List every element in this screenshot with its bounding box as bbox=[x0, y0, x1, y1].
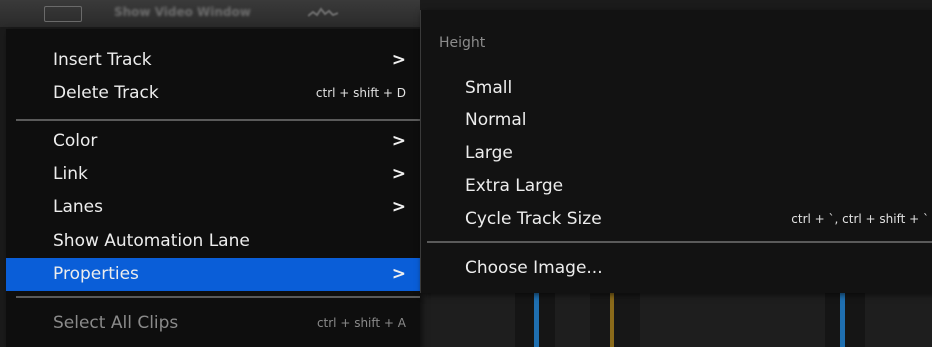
menu-item-label: Color bbox=[53, 131, 98, 151]
menu-item-delete-track[interactable]: Delete Track ctrl + shift + D bbox=[6, 77, 420, 110]
menu-item-lanes[interactable]: Lanes > bbox=[6, 191, 420, 224]
timeline-clip[interactable] bbox=[590, 293, 640, 347]
menu-item-properties[interactable]: Properties > bbox=[6, 258, 420, 291]
properties-submenu: Height Small Normal Large Extra Large Cy… bbox=[420, 10, 932, 293]
chevron-right-icon: > bbox=[391, 264, 406, 284]
submenu-item-extra-large[interactable]: Extra Large bbox=[421, 170, 932, 202]
menu-divider bbox=[16, 119, 420, 121]
timeline-track-area[interactable] bbox=[420, 293, 932, 347]
menu-item-label: Show Automation Lane bbox=[53, 231, 250, 251]
menu-item-label: Delete Track bbox=[53, 83, 159, 103]
video-toolbar: Show Video Window bbox=[0, 0, 420, 27]
shortcut-text: ctrl + shift + A bbox=[316, 316, 406, 330]
submenu-item-label: Normal bbox=[465, 110, 527, 130]
chevron-right-icon: > bbox=[391, 131, 406, 151]
submenu-item-label: Cycle Track Size bbox=[465, 209, 602, 229]
menu-item-label: Insert Track bbox=[53, 50, 152, 70]
menu-item-select-all-clips[interactable]: Select All Clips ctrl + shift + A bbox=[6, 307, 420, 340]
submenu-item-label: Extra Large bbox=[465, 176, 564, 196]
track-context-menu: Insert Track > Delete Track ctrl + shift… bbox=[6, 29, 420, 347]
submenu-item-choose-image[interactable]: Choose Image... bbox=[421, 252, 932, 284]
clip-marker bbox=[610, 293, 614, 347]
submenu-item-label: Large bbox=[465, 143, 513, 163]
chevron-right-icon: > bbox=[391, 197, 406, 217]
menu-item-show-automation-lane[interactable]: Show Automation Lane bbox=[6, 225, 420, 258]
submenu-item-normal[interactable]: Normal bbox=[421, 104, 932, 136]
submenu-divider bbox=[427, 241, 932, 243]
menu-item-label: Link bbox=[53, 164, 88, 184]
shortcut-text: ctrl + shift + D bbox=[315, 86, 406, 100]
chevron-right-icon: > bbox=[391, 164, 406, 184]
menu-item-label: Lanes bbox=[53, 197, 103, 217]
menu-item-link[interactable]: Link > bbox=[6, 158, 420, 191]
submenu-header: Height bbox=[439, 35, 486, 51]
submenu-item-label: Choose Image... bbox=[465, 258, 603, 278]
chevron-right-icon: > bbox=[391, 50, 406, 70]
menu-item-color[interactable]: Color > bbox=[6, 125, 420, 158]
submenu-item-cycle-track-size[interactable]: Cycle Track Size ctrl + `, ctrl + shift … bbox=[421, 203, 932, 235]
waveform-icon[interactable] bbox=[308, 6, 338, 20]
menu-item-label: Select All Clips bbox=[53, 313, 179, 333]
menu-item-insert-track[interactable]: Insert Track > bbox=[6, 44, 420, 77]
menu-divider bbox=[16, 296, 420, 298]
submenu-item-large[interactable]: Large bbox=[421, 137, 932, 169]
submenu-item-label: Small bbox=[465, 78, 513, 98]
daw-workspace: Show Video Window Insert Track > Delete … bbox=[0, 0, 932, 347]
shortcut-text: ctrl + `, ctrl + shift + ` bbox=[791, 212, 929, 226]
menu-item-label: Properties bbox=[53, 264, 139, 284]
timeline-clip[interactable] bbox=[825, 293, 865, 347]
submenu-item-small[interactable]: Small bbox=[421, 72, 932, 104]
clip-marker bbox=[534, 293, 539, 347]
film-icon[interactable] bbox=[44, 6, 82, 22]
show-video-window-button[interactable]: Show Video Window bbox=[114, 5, 251, 19]
clip-marker bbox=[840, 293, 845, 347]
